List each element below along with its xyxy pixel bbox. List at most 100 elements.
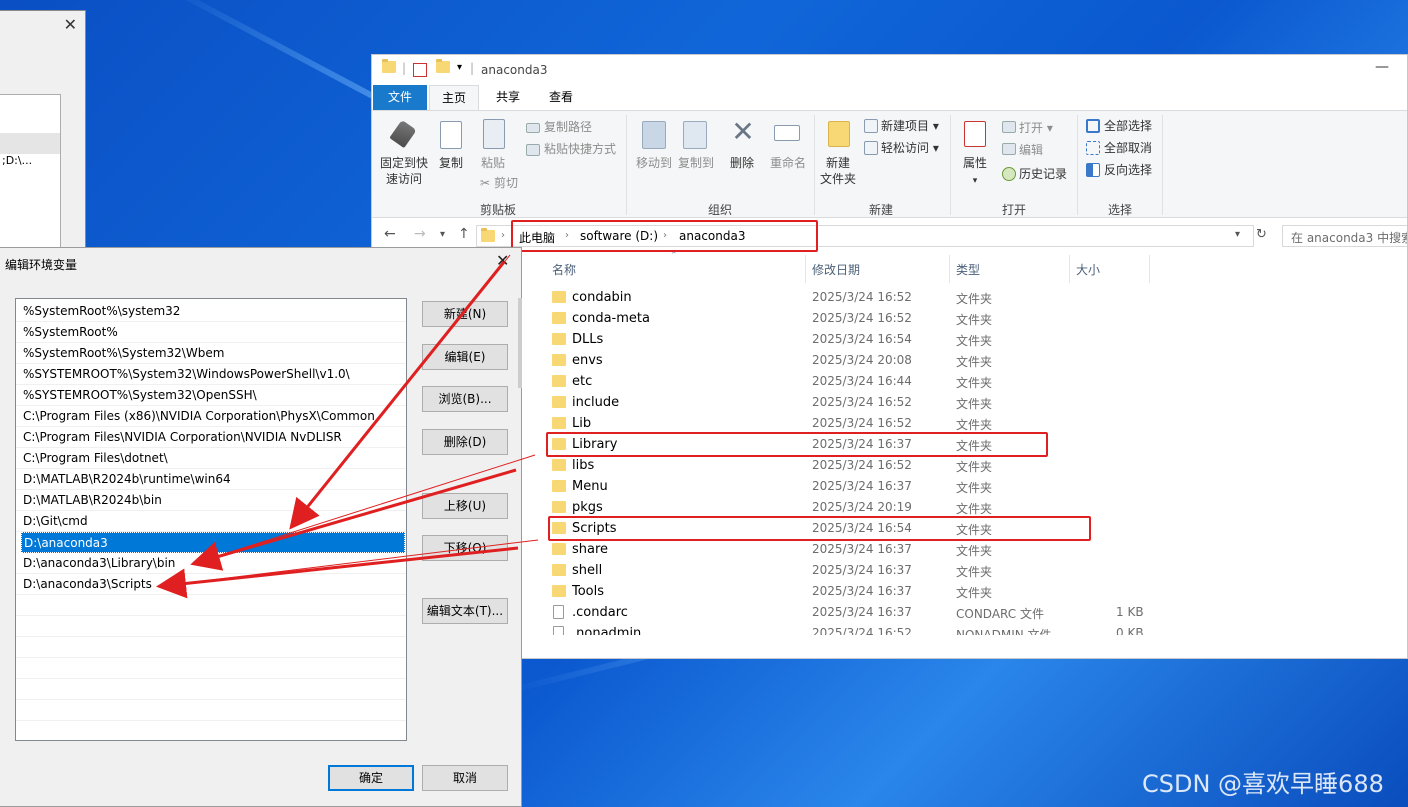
paste-button[interactable]: 粘贴 [476, 155, 510, 171]
file-row[interactable]: etc 2025/3/24 16:44 文件夹 [546, 371, 1406, 392]
file-row[interactable]: share 2025/3/24 16:37 文件夹 [546, 539, 1406, 560]
move-to-button[interactable]: 移动到 [632, 155, 676, 171]
folder-icon [552, 543, 566, 555]
column-date[interactable]: 修改日期 [812, 261, 860, 278]
file-row[interactable]: Tools 2025/3/24 16:37 文件夹 [546, 581, 1406, 602]
properties-icon[interactable] [413, 63, 427, 77]
select-all-button[interactable]: 全部选择 [1104, 118, 1152, 134]
file-row[interactable]: pkgs 2025/3/24 20:19 文件夹 [546, 497, 1406, 518]
file-row[interactable]: envs 2025/3/24 20:08 文件夹 [546, 350, 1406, 371]
easy-access-button[interactable]: 轻松访问 ▾ [881, 140, 939, 156]
edit-env-dialog: 编辑环境变量 ✕ %SystemRoot%\system32 %SystemRoo… [0, 247, 522, 807]
path-list-item[interactable]: D:\MATLAB\R2024b\runtime\win64 [16, 469, 406, 490]
path-list-item[interactable]: C:\Program Files\NVIDIA Corporation\NVID… [16, 427, 406, 448]
new-item-button[interactable]: 新建项目 ▾ [881, 118, 939, 134]
path-list-empty-row[interactable] [16, 721, 406, 740]
file-row[interactable]: .condarc 2025/3/24 16:37 CONDARC 文件 1 KB [546, 602, 1406, 623]
move-up-button[interactable]: 上移(U) [422, 493, 508, 519]
new-folder-button[interactable]: 新建 文件夹 [818, 155, 858, 187]
open-button[interactable]: 打开 ▾ [1019, 120, 1053, 136]
search-input[interactable]: 在 anaconda3 中搜索 [1282, 225, 1407, 247]
copy-to-button[interactable]: 复制到 [674, 155, 718, 171]
chevron-down-icon[interactable]: ▾ [968, 173, 982, 189]
back-arrow-icon[interactable]: ← [384, 226, 396, 242]
folder-icon [552, 480, 566, 492]
file-row[interactable]: Lib 2025/3/24 16:52 文件夹 [546, 413, 1406, 434]
path-list-empty-row[interactable] [16, 679, 406, 700]
file-row[interactable]: libs 2025/3/24 16:52 文件夹 [546, 455, 1406, 476]
path-list-item[interactable]: D:\anaconda3\Scripts [16, 574, 406, 595]
up-arrow-icon[interactable]: ↑ [458, 226, 470, 242]
new-folder-icon[interactable] [436, 59, 450, 77]
chevron-down-icon[interactable]: ▾ [457, 62, 462, 73]
minimize-icon[interactable]: — [1375, 59, 1389, 75]
edit-button[interactable]: 编辑 [1019, 142, 1043, 158]
folder-icon [481, 228, 495, 245]
forward-arrow-icon[interactable]: → [414, 226, 426, 242]
path-text: D:\MATLAB\R2024b\runtime\win64 [23, 472, 231, 486]
select-none-button[interactable]: 全部取消 [1104, 140, 1152, 156]
file-row[interactable]: conda-meta 2025/3/24 16:52 文件夹 [546, 308, 1406, 329]
divider [950, 115, 951, 215]
delete-button[interactable]: 删除 [724, 155, 760, 171]
path-list-empty-row[interactable] [16, 700, 406, 721]
pin-quick-access-button[interactable]: 固定到快 速访问 [376, 155, 432, 187]
tab-home[interactable]: 主页 [429, 85, 479, 111]
path-list-item[interactable]: D:\anaconda3\Library\bin [16, 553, 406, 574]
tab-view[interactable]: 查看 [536, 85, 586, 111]
edit-text-button[interactable]: 编辑文本(T)... [422, 598, 508, 624]
path-list-item[interactable]: %SystemRoot% [16, 322, 406, 343]
edit-button[interactable]: 编辑(E) [422, 344, 508, 370]
file-row[interactable]: include 2025/3/24 16:52 文件夹 [546, 392, 1406, 413]
refresh-icon[interactable]: ↻ [1256, 227, 1267, 242]
ribbon: 固定到快 速访问 复制 粘贴 复制路径 粘贴快捷方式 ✂ 剪切 剪贴板 移动到 … [372, 110, 1407, 218]
close-icon[interactable]: ✕ [496, 251, 509, 270]
scrollbar[interactable] [518, 298, 522, 388]
close-icon[interactable]: ✕ [64, 15, 77, 34]
file-row[interactable]: shell 2025/3/24 16:37 文件夹 [546, 560, 1406, 581]
column-name[interactable]: 名称 [552, 261, 576, 278]
copy-path-button[interactable]: 复制路径 [544, 119, 592, 135]
rename-button[interactable]: 重命名 [766, 155, 810, 171]
path-list-item[interactable]: D:\Git\cmd [16, 511, 406, 532]
path-list-item[interactable]: D:\MATLAB\R2024b\bin [16, 490, 406, 511]
browse-button[interactable]: 浏览(B)... [422, 386, 508, 412]
path-list-item[interactable]: %SYSTEMROOT%\System32\OpenSSH\ [16, 385, 406, 406]
new-button[interactable]: 新建(N) [422, 301, 508, 327]
tab-share[interactable]: 共享 [483, 85, 533, 111]
path-list-item[interactable]: %SystemRoot%\System32\Wbem [16, 343, 406, 364]
file-row[interactable]: DLLs 2025/3/24 16:54 文件夹 [546, 329, 1406, 350]
folder-icon [552, 585, 566, 597]
properties-button[interactable]: 属性 [956, 155, 994, 171]
path-list-empty-row[interactable] [16, 637, 406, 658]
chevron-down-icon[interactable]: ▾ [1235, 229, 1240, 240]
chevron-down-icon[interactable]: ▾ [440, 229, 445, 240]
paste-shortcut-button[interactable]: 粘贴快捷方式 [544, 141, 616, 157]
copy-button[interactable]: 复制 [434, 155, 468, 171]
file-row[interactable]: Menu 2025/3/24 16:37 文件夹 [546, 476, 1406, 497]
invert-selection-button[interactable]: 反向选择 [1104, 162, 1152, 178]
path-list-empty-row[interactable] [16, 595, 406, 616]
column-size[interactable]: 大小 [1076, 261, 1100, 278]
path-list-item[interactable]: C:\Program Files (x86)\NVIDIA Corporatio… [16, 406, 406, 427]
path-list-item[interactable]: C:\Program Files\dotnet\ [16, 448, 406, 469]
cut-button[interactable]: 剪切 [494, 175, 518, 191]
ok-button[interactable]: 确定 [328, 765, 414, 791]
path-list-item[interactable]: %SYSTEMROOT%\System32\WindowsPowerShell\… [16, 364, 406, 385]
delete-button[interactable]: 删除(D) [422, 429, 508, 455]
path-list-empty-row[interactable] [16, 658, 406, 679]
column-type[interactable]: 类型 [956, 261, 980, 278]
file-row[interactable]: condabin 2025/3/24 16:52 文件夹 [546, 287, 1406, 308]
file-row[interactable]: .nonadmin 2025/3/24 16:52 NONADMIN 文件 0 KB [546, 623, 1406, 635]
folder-icon [552, 291, 566, 303]
history-button[interactable]: 历史记录 [1019, 166, 1067, 182]
folder-icon [552, 375, 566, 387]
cancel-button[interactable]: 取消 [422, 765, 508, 791]
tab-file[interactable]: 文件 [373, 85, 427, 111]
path-list-item[interactable]: D:\anaconda3 [21, 532, 405, 553]
file-type: 文件夹 [956, 376, 993, 390]
move-down-button[interactable]: 下移(O) [422, 535, 508, 561]
chevron-right-icon[interactable]: › [501, 230, 505, 241]
path-list-item[interactable]: %SystemRoot%\system32 [16, 301, 406, 322]
path-list-empty-row[interactable] [16, 616, 406, 637]
